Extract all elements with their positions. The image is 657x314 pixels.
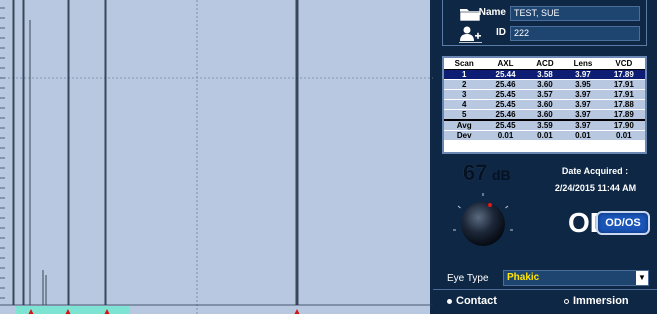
scan-amplitude-ticks xyxy=(0,7,5,299)
table-cell: 17.89 xyxy=(602,109,645,120)
stats-row: Dev 0.01 0.01 0.01 0.01 xyxy=(444,130,645,141)
gain-unit: dB xyxy=(491,167,511,183)
table-cell: 3.60 xyxy=(526,109,564,120)
table-header-row: Scan AXL ACD Lens VCD xyxy=(444,58,645,70)
immersion-label: Immersion xyxy=(573,295,629,307)
table-cell: 25.45 xyxy=(484,99,527,110)
scan-row[interactable]: 5 25.46 3.60 3.97 17.89 xyxy=(444,109,645,120)
column-header: Lens xyxy=(563,58,603,70)
stats-row: Avg 25.45 3.59 3.97 17.90 xyxy=(444,118,645,131)
table-cell: 3.57 xyxy=(526,89,564,100)
table-cell: 4 xyxy=(444,99,485,110)
mode-divider xyxy=(433,289,657,290)
table-cell: 3.59 xyxy=(526,118,564,131)
patient-name-label: Name xyxy=(478,7,506,18)
a-scan-display[interactable] xyxy=(0,0,433,314)
column-header: VCD xyxy=(602,58,645,70)
table-cell: 17.90 xyxy=(602,118,645,131)
table-cell: 0.01 xyxy=(484,130,527,141)
scan-row[interactable]: 1 25.44 3.58 3.97 17.89 xyxy=(444,69,645,80)
immersion-radio-dot[interactable] xyxy=(564,298,569,304)
column-header: ACD xyxy=(526,58,564,70)
table-cell: 17.91 xyxy=(602,89,645,100)
column-header: AXL xyxy=(484,58,527,70)
gain-display: 67 dB xyxy=(463,160,511,186)
date-acquired-value: 2/24/2015 11:44 AM xyxy=(554,183,637,193)
knob-indicator xyxy=(488,203,492,207)
gain-knob[interactable] xyxy=(451,190,515,254)
patient-id-label: ID xyxy=(496,27,506,38)
echo-spikes xyxy=(12,0,299,305)
patient-name-field[interactable]: TEST, SUE xyxy=(510,6,640,21)
table-cell: 25.45 xyxy=(484,89,527,100)
table-cell: 25.46 xyxy=(484,79,527,90)
table-cell: 0.01 xyxy=(563,130,603,141)
table-cell: 17.89 xyxy=(602,69,645,80)
contact-label: Contact xyxy=(456,295,497,307)
table-cell: 25.46 xyxy=(484,109,527,120)
immersion-radio[interactable]: Immersion xyxy=(564,295,629,307)
table-cell: 3.97 xyxy=(563,69,603,80)
table-cell: 3.97 xyxy=(563,118,603,131)
table-cell: 17.91 xyxy=(602,79,645,90)
eye-type-label: Eye Type xyxy=(447,273,489,284)
table-cell: Avg xyxy=(444,118,485,131)
scan-row[interactable]: 2 25.46 3.60 3.95 17.91 xyxy=(444,79,645,90)
measurement-table: Scan AXL ACD Lens VCD 1 25.44 3.58 3.97 17.89 2 25… xyxy=(442,56,647,154)
table-cell: Dev xyxy=(444,130,485,141)
table-cell: 3.97 xyxy=(563,89,603,100)
gate-marker xyxy=(294,309,300,314)
table-cell: 3.97 xyxy=(563,99,603,110)
scan-baseline-bar xyxy=(16,306,130,314)
table-cell: 3 xyxy=(444,89,485,100)
table-cell: 25.45 xyxy=(484,118,527,131)
scan-grid xyxy=(0,0,433,314)
table-cell: 5 xyxy=(444,109,485,120)
patient-id-field[interactable]: 222 xyxy=(510,26,640,41)
eye-type-value: Phakic xyxy=(507,272,540,283)
patient-name-row: Name TEST, SUE xyxy=(443,4,648,24)
table-cell: 3.60 xyxy=(526,79,564,90)
table-cell: 3.58 xyxy=(526,69,564,80)
patient-id-row: ID 222 xyxy=(443,24,648,44)
table-cell: 2 xyxy=(444,79,485,90)
contact-radio-dot[interactable] xyxy=(447,298,452,304)
table-cell: 3.97 xyxy=(563,109,603,120)
eye-type-select[interactable]: Phakic ▼ xyxy=(503,270,649,286)
chevron-down-icon[interactable]: ▼ xyxy=(636,271,648,285)
scan-row[interactable]: 4 25.45 3.60 3.97 17.88 xyxy=(444,99,645,110)
table-cell: 3.95 xyxy=(563,79,603,90)
scan-row[interactable]: 3 25.45 3.57 3.97 17.91 xyxy=(444,89,645,100)
table-cell: 17.88 xyxy=(602,99,645,110)
table-cell: 25.44 xyxy=(484,69,527,80)
column-header: Scan xyxy=(444,58,485,70)
table-cell: 3.60 xyxy=(526,99,564,110)
table-cell: 0.01 xyxy=(526,130,564,141)
table-cell: 0.01 xyxy=(602,130,645,141)
control-panel: Name TEST, SUE ID 222 Scan AXL ACD Lens VCD … xyxy=(433,0,657,314)
table-cell: 1 xyxy=(444,69,485,80)
od-os-toggle-button[interactable]: OD/OS xyxy=(596,211,650,235)
gain-value: 67 xyxy=(463,160,488,185)
contact-radio[interactable]: Contact xyxy=(447,295,497,307)
date-acquired-label: Date Acquired : xyxy=(561,166,629,176)
patient-info: Name TEST, SUE ID 222 xyxy=(442,0,647,46)
a-scan-waveform xyxy=(0,0,433,314)
